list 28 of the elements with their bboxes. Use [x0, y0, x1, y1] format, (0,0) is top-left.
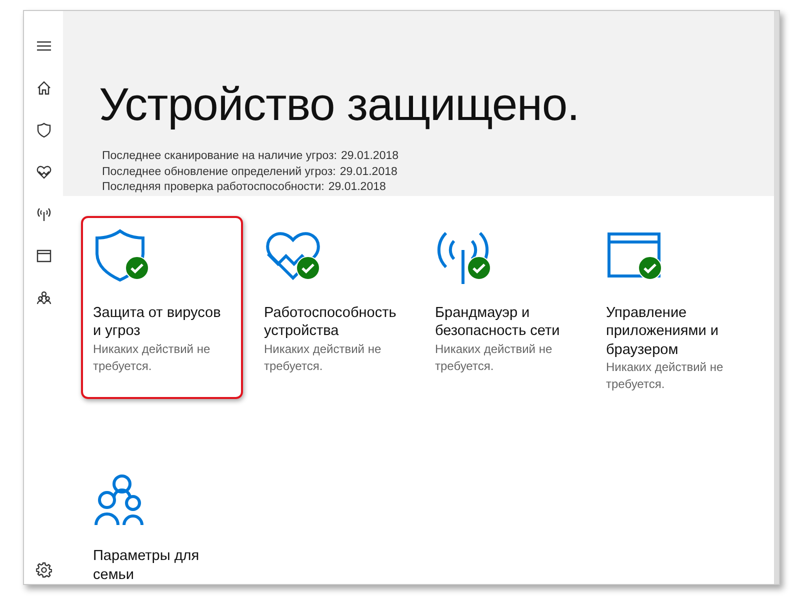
security-tile[interactable]: Параметры для семьи	[81, 459, 243, 584]
stat-label: Последнее сканирование на наличие угроз:	[102, 149, 337, 164]
settings-icon[interactable]	[36, 562, 52, 578]
shield-icon[interactable]	[36, 122, 52, 138]
stat-date: 29.01.2018	[340, 149, 399, 164]
browser-window-icon[interactable]	[36, 248, 52, 264]
security-tile[interactable]: Брандмауэр и безопасность сети Никаких действий не требуется.	[423, 216, 585, 399]
family-icon[interactable]	[36, 290, 52, 306]
tile-title: Управление приложениями и браузером	[606, 304, 720, 359]
tile-title: Брандмауэр и безопасность сети	[435, 304, 561, 340]
stat-label: Последняя проверка работоспособности:	[102, 180, 324, 195]
stat-date: 29.01.2018	[340, 164, 398, 180]
heart-icon[interactable]	[36, 164, 52, 180]
stat-label: Последнее обновление определений угроз:	[102, 164, 336, 180]
tile-status: Никаких действий не требуется.	[93, 340, 212, 374]
tile-status: Никаких действий не требуется.	[264, 340, 382, 374]
tile-title: Защита от вирусов и угроз	[93, 304, 222, 340]
stat-date: 29.01.2018	[328, 180, 386, 195]
tile-title: Работоспособность устройства	[264, 304, 398, 340]
home-icon[interactable]	[36, 80, 52, 96]
status-heading: Устройство защищено.	[99, 81, 580, 127]
security-tile[interactable]: Защита от вирусов и угроз Никаких действий не требуется.	[81, 216, 243, 399]
security-tile[interactable]: Управление приложениями и браузером Никаких действий не требуется.	[594, 216, 756, 399]
tile-title: Параметры для семьи	[93, 547, 200, 584]
antenna-icon[interactable]	[36, 206, 52, 222]
security-tile[interactable]: Работоспособность устройства Никаких действий не требуется.	[252, 216, 414, 399]
tile-status: Никаких действий не требуется.	[606, 359, 724, 393]
tile-status: Никаких действий не требуется.	[435, 340, 554, 374]
